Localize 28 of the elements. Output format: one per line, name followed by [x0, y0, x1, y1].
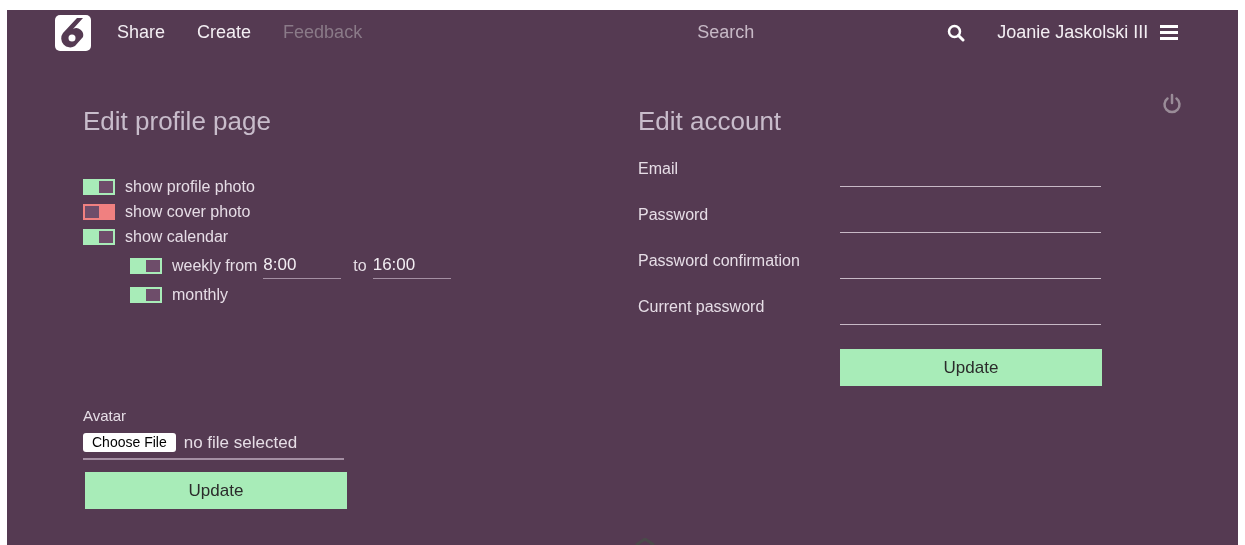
toggle-label: monthly [172, 284, 229, 305]
toggle-label: show cover photo [125, 201, 251, 222]
field-label: Password [638, 205, 710, 225]
range-label: to [353, 255, 367, 276]
field-label: Password confirmation [638, 251, 801, 271]
section-title: Edit profile page [83, 105, 272, 137]
user-name[interactable]: Joanie Jaskolski III [997, 19, 1149, 46]
menu-icon[interactable] [1160, 25, 1179, 40]
choose-file-button[interactable]: Choose File [83, 432, 176, 452]
power-icon[interactable] [1162, 93, 1182, 115]
search-icon[interactable] [947, 23, 966, 42]
logo-icon[interactable] [55, 14, 91, 51]
toggle-label: show profile photo [125, 176, 255, 197]
time-field[interactable]: 16:00 [372, 252, 451, 279]
field-label: Email [638, 159, 679, 179]
section-title: Edit account [638, 105, 783, 137]
update-button[interactable]: Update [85, 472, 347, 509]
update-button[interactable]: Update [840, 349, 1102, 386]
nav-link[interactable]: Share [117, 19, 166, 46]
field-label: Current password [638, 297, 766, 317]
toggle-label: show calendar [125, 226, 229, 247]
nav-link[interactable]: Create [197, 19, 252, 46]
toggle-label: weekly from [172, 255, 258, 276]
avatar-label: Avatar [83, 406, 128, 426]
toggle-switch[interactable] [83, 203, 115, 220]
search-field[interactable]: Search [697, 19, 938, 46]
file-status: no file selected [183, 431, 298, 454]
time-field[interactable]: 8:00 [263, 252, 342, 279]
